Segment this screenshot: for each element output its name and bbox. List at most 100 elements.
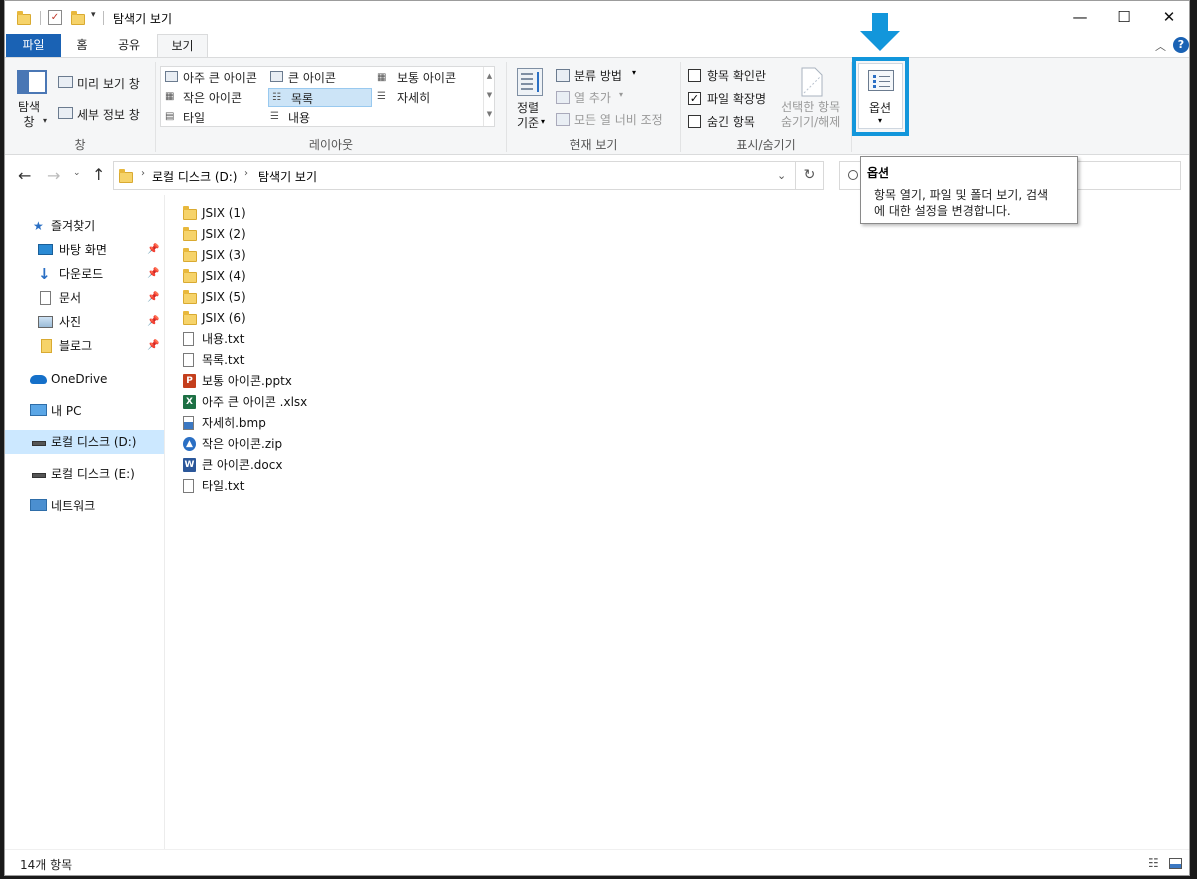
- divider: [103, 11, 104, 25]
- chevron-down-icon[interactable]: ▾: [43, 116, 47, 125]
- computer-icon: [30, 404, 47, 416]
- file-extensions-checkbox[interactable]: ✓: [688, 92, 701, 105]
- back-arrow-icon[interactable]: ←: [18, 166, 31, 185]
- tab-home[interactable]: 홈: [65, 34, 99, 58]
- address-history-dropdown-icon[interactable]: ⌄: [777, 169, 786, 182]
- search-icon: [848, 170, 858, 180]
- pin-icon: 📌: [147, 340, 160, 351]
- zip-icon: ▲: [183, 437, 196, 451]
- sidebar-item-quick-access[interactable]: ★ 즐겨찾기: [5, 214, 164, 238]
- text-file-icon: [183, 332, 194, 346]
- group-label-layout: 레이아웃: [308, 138, 354, 152]
- sidebar-item-downloads[interactable]: ↓ 다운로드 📌: [5, 262, 164, 286]
- details-pane-button[interactable]: 세부 정보 창: [77, 106, 140, 123]
- bitmap-icon: [183, 416, 194, 430]
- status-bar: 14개 항목 ☷: [5, 849, 1189, 875]
- folder-icon: [183, 227, 197, 241]
- nav-pane-button[interactable]: 탐색 창: [18, 100, 40, 130]
- excel-icon: X: [183, 395, 196, 409]
- tooltip-title: 옵션: [867, 166, 890, 180]
- sidebar-item-desktop[interactable]: 바탕 화면 📌: [5, 238, 164, 262]
- tab-share[interactable]: 공유: [108, 34, 150, 58]
- pictures-icon: [38, 316, 53, 328]
- minimize-button[interactable]: —: [1057, 1, 1103, 34]
- new-folder-icon[interactable]: [71, 11, 85, 25]
- hidden-items-checkbox[interactable]: [688, 115, 701, 128]
- breadcrumb-current-folder[interactable]: 탐색기 보기: [258, 168, 317, 185]
- network-icon: [30, 499, 47, 511]
- sort-by-button[interactable]: 정렬 기준: [517, 101, 539, 131]
- layout-list[interactable]: ☷ 목록: [268, 88, 372, 107]
- breadcrumb-drive-d[interactable]: 로컬 디스크 (D:): [152, 168, 237, 185]
- divider: [40, 11, 41, 25]
- quick-access-dropdown-icon[interactable]: ▾: [91, 10, 96, 20]
- chevron-down-icon[interactable]: ▾: [541, 117, 545, 126]
- pin-icon: 📌: [147, 268, 160, 279]
- pin-icon: 📌: [147, 316, 160, 327]
- details-pane-icon: [58, 107, 73, 119]
- recent-locations-icon[interactable]: ⌄: [73, 168, 81, 178]
- refresh-button[interactable]: ↻: [796, 161, 824, 190]
- group-by-button[interactable]: 분류 방법: [574, 67, 622, 84]
- navigation-pane: ★ 즐겨찾기 바탕 화면 📌 ↓ 다운로드 📌 문서 📌 사진 📌 블로그 📌: [5, 195, 165, 849]
- sidebar-item-network[interactable]: 네트워크: [5, 494, 164, 518]
- text-file-icon: [183, 353, 194, 367]
- layout-scroll[interactable]: ▲ ▼ ▼: [483, 67, 495, 126]
- item-checkboxes-label[interactable]: 항목 확인란: [707, 67, 766, 84]
- text-file-icon: [183, 479, 194, 493]
- title-bar: ✓ ▾ 탐색기 보기 — ☐ ✕: [5, 1, 1189, 51]
- folder-icon: [183, 269, 197, 283]
- chevron-down-icon[interactable]: ▾: [632, 68, 636, 77]
- close-button[interactable]: ✕: [1146, 1, 1189, 34]
- large-icons-view-icon[interactable]: [1169, 858, 1182, 869]
- preview-pane-icon: [58, 76, 73, 88]
- address-bar[interactable]: › 로컬 디스크 (D:) › 탐색기 보기 ⌄: [113, 161, 796, 190]
- layout-gallery: 아주 큰 아이콘 큰 아이콘 ▦ 보통 아이콘 ▦ 작은 아이콘 ☷ 목록 ☰ …: [160, 66, 495, 127]
- group-label-pane: 창: [74, 138, 86, 152]
- up-arrow-icon[interactable]: ↑: [92, 165, 105, 184]
- drive-icon: [32, 441, 46, 446]
- help-icon[interactable]: ?: [1173, 37, 1189, 53]
- sidebar-item-drive-e[interactable]: 로컬 디스크 (E:): [5, 462, 164, 486]
- sidebar-item-onedrive[interactable]: OneDrive: [5, 367, 164, 391]
- details-view-icon[interactable]: ☷: [1148, 856, 1159, 870]
- hide-selected-icon: [801, 67, 823, 97]
- nav-pane-icon[interactable]: [17, 70, 47, 94]
- group-label-show-hide: 표시/숨기기: [736, 138, 796, 152]
- forward-arrow-icon[interactable]: →: [47, 166, 60, 185]
- breadcrumb-separator-icon[interactable]: ›: [244, 168, 248, 179]
- hide-selected-button: 선택한 항목 숨기기/해제: [781, 100, 841, 129]
- hidden-items-label[interactable]: 숨긴 항목: [707, 113, 755, 130]
- item-count: 14개 항목: [20, 858, 73, 872]
- folder-icon: [183, 248, 197, 262]
- maximize-button[interactable]: ☐: [1101, 1, 1147, 34]
- file-extensions-label[interactable]: 파일 확장명: [707, 90, 766, 107]
- folder-icon: [41, 339, 52, 353]
- ribbon-tabs: 파일 홈 공유 보기 ︿ ?: [5, 34, 1189, 58]
- sidebar-item-documents[interactable]: 문서 📌: [5, 286, 164, 310]
- drive-icon: [32, 473, 46, 478]
- collapse-ribbon-icon[interactable]: ︿: [1155, 38, 1166, 54]
- folder-icon: [17, 11, 31, 25]
- sidebar-item-blog[interactable]: 블로그 📌: [5, 334, 164, 358]
- folder-icon: [183, 206, 197, 220]
- sidebar-item-this-pc[interactable]: 내 PC: [5, 399, 164, 423]
- chevron-down-icon: ▾: [619, 90, 624, 99]
- properties-icon[interactable]: ✓: [48, 10, 62, 25]
- sort-by-icon: [517, 68, 543, 96]
- tab-file[interactable]: 파일: [6, 34, 61, 58]
- pin-icon: 📌: [147, 244, 160, 255]
- file-list: JSIX (1) JSIX (2) JSIX (3) JSIX (4) JSIX…: [183, 206, 308, 493]
- breadcrumb-separator-icon[interactable]: ›: [141, 168, 145, 179]
- sidebar-item-drive-d[interactable]: 로컬 디스크 (D:): [5, 430, 164, 454]
- folder-icon: [183, 311, 197, 325]
- fit-columns-button: 모든 열 너비 조정: [574, 113, 663, 127]
- pin-icon: 📌: [147, 292, 160, 303]
- add-column-button: 열 추가: [574, 91, 611, 105]
- folder-icon: [183, 290, 197, 304]
- preview-pane-button[interactable]: 미리 보기 창: [77, 75, 140, 92]
- item-checkboxes-checkbox[interactable]: [688, 69, 701, 82]
- tab-view[interactable]: 보기: [157, 34, 208, 58]
- add-column-icon: [556, 91, 570, 104]
- sidebar-item-pictures[interactable]: 사진 📌: [5, 310, 164, 334]
